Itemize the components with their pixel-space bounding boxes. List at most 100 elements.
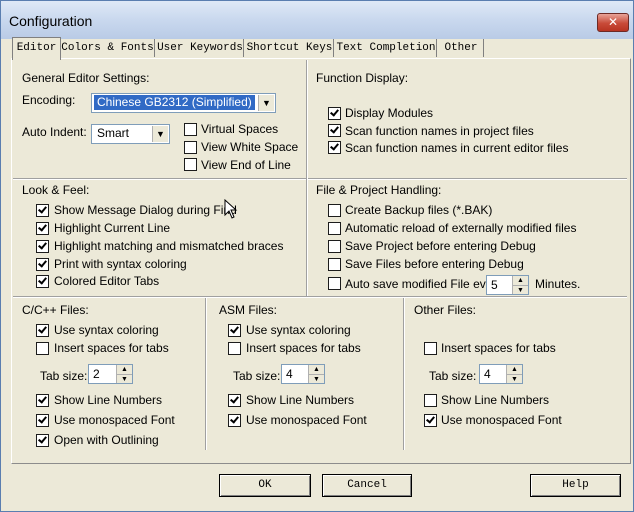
- separator: [13, 296, 627, 298]
- encoding-select[interactable]: Chinese GB2312 (Simplified) ▼: [91, 93, 276, 113]
- other-insert-spaces-checkbox[interactable]: [424, 342, 437, 355]
- separator: [205, 298, 207, 450]
- virtual-spaces-checkbox[interactable]: [184, 123, 197, 136]
- asm-tab-size-stepper[interactable]: 4 ▲ ▼: [281, 364, 325, 384]
- create-backup-label: Create Backup files (*.BAK): [345, 203, 493, 217]
- other-tab-size-value: 4: [484, 367, 491, 381]
- title-bar[interactable]: Configuration ✕: [1, 1, 633, 39]
- c-outlining-checkbox[interactable]: [36, 434, 49, 447]
- tab-user-keywords[interactable]: User Keywords: [157, 39, 244, 57]
- auto-reload-label: Automatic reload of externally modified …: [345, 221, 577, 235]
- asm-line-numbers-label: Show Line Numbers: [246, 393, 355, 407]
- scan-project-files-label: Scan function names in project files: [345, 124, 534, 138]
- auto-save-interval-stepper[interactable]: 5 ▲ ▼: [486, 275, 529, 295]
- c-tab-size-stepper[interactable]: 2 ▲ ▼: [88, 364, 133, 384]
- save-files-debug-checkbox[interactable]: [328, 258, 341, 271]
- tab-editor[interactable]: Editor: [12, 37, 61, 60]
- colored-editor-tabs-label: Colored Editor Tabs: [54, 274, 160, 288]
- asm-tab-size-value: 4: [286, 367, 293, 381]
- save-project-debug-label: Save Project before entering Debug: [345, 239, 536, 253]
- tab-colors-fonts[interactable]: Colors & Fonts: [61, 39, 155, 57]
- highlight-braces-label: Highlight matching and mismatched braces: [54, 239, 284, 253]
- highlight-braces-checkbox[interactable]: [36, 240, 49, 253]
- encoding-value: Chinese GB2312 (Simplified): [94, 95, 255, 110]
- asm-syntax-coloring-label: Use syntax coloring: [246, 323, 351, 337]
- asm-line-numbers-checkbox[interactable]: [228, 394, 241, 407]
- auto-indent-value: Smart: [97, 126, 130, 140]
- c-line-numbers-label: Show Line Numbers: [54, 393, 163, 407]
- spin-down-icon[interactable]: ▼: [116, 375, 132, 383]
- other-monospaced-font-checkbox[interactable]: [424, 414, 437, 427]
- cancel-button[interactable]: Cancel: [322, 474, 412, 497]
- spin-up-icon[interactable]: ▲: [512, 276, 528, 286]
- show-message-dialog-label: Show Message Dialog during Find: [54, 203, 237, 217]
- c-line-numbers-checkbox[interactable]: [36, 394, 49, 407]
- encoding-label: Encoding:: [22, 93, 76, 107]
- spin-down-icon[interactable]: ▼: [308, 375, 324, 383]
- separator: [403, 298, 405, 450]
- virtual-spaces-label: Virtual Spaces: [201, 122, 279, 136]
- close-button[interactable]: ✕: [597, 13, 629, 32]
- print-syntax-coloring-checkbox[interactable]: [36, 258, 49, 271]
- spin-up-icon[interactable]: ▲: [116, 365, 132, 375]
- highlight-current-line-checkbox[interactable]: [36, 222, 49, 235]
- colored-editor-tabs-checkbox[interactable]: [36, 275, 49, 288]
- chevron-down-icon[interactable]: ▼: [152, 126, 168, 142]
- c-insert-spaces-checkbox[interactable]: [36, 342, 49, 355]
- save-files-debug-label: Save Files before entering Debug: [345, 257, 524, 271]
- auto-save-label: Auto save modified File every: [345, 277, 503, 291]
- asm-files-heading: ASM Files:: [219, 303, 278, 317]
- view-white-space-label: View White Space: [201, 140, 299, 154]
- asm-tab-size-label: Tab size:: [233, 369, 281, 383]
- show-message-dialog-checkbox[interactable]: [36, 204, 49, 217]
- auto-save-unit-label: Minutes.: [535, 277, 581, 291]
- mouse-pointer-icon: [224, 199, 238, 219]
- highlight-current-line-label: Highlight Current Line: [54, 221, 171, 235]
- other-line-numbers-checkbox[interactable]: [424, 394, 437, 407]
- tab-other[interactable]: Other: [439, 39, 484, 57]
- asm-monospaced-font-checkbox[interactable]: [228, 414, 241, 427]
- asm-insert-spaces-checkbox[interactable]: [228, 342, 241, 355]
- view-white-space-checkbox[interactable]: [184, 141, 197, 154]
- other-tab-size-stepper[interactable]: 4 ▲ ▼: [479, 364, 523, 384]
- scan-project-files-checkbox[interactable]: [328, 124, 341, 137]
- c-files-heading: C/C++ Files:: [22, 303, 89, 317]
- look-feel-heading: Look & Feel:: [22, 183, 90, 197]
- help-button[interactable]: Help: [530, 474, 621, 497]
- tab-text-completion[interactable]: Text Completion: [336, 39, 437, 57]
- c-tab-size-label: Tab size:: [40, 369, 88, 383]
- c-monospaced-font-label: Use monospaced Font: [54, 413, 175, 427]
- display-modules-checkbox[interactable]: [328, 107, 341, 120]
- other-line-numbers-label: Show Line Numbers: [441, 393, 550, 407]
- asm-syntax-coloring-checkbox[interactable]: [228, 324, 241, 337]
- scan-editor-files-checkbox[interactable]: [328, 141, 341, 154]
- c-outlining-label: Open with Outlining: [54, 433, 159, 447]
- spin-down-icon[interactable]: ▼: [506, 375, 522, 383]
- spin-up-icon[interactable]: ▲: [308, 365, 324, 375]
- c-insert-spaces-label: Insert spaces for tabs: [54, 341, 169, 355]
- create-backup-checkbox[interactable]: [328, 204, 341, 217]
- tab-shortcut-keys[interactable]: Shortcut Keys: [246, 39, 334, 57]
- auto-save-checkbox[interactable]: [328, 277, 341, 290]
- separator: [13, 178, 627, 180]
- other-monospaced-font-label: Use monospaced Font: [441, 413, 562, 427]
- other-files-heading: Other Files:: [414, 303, 477, 317]
- spin-down-icon[interactable]: ▼: [512, 286, 528, 294]
- auto-indent-select[interactable]: Smart ▼: [91, 124, 170, 144]
- c-tab-size-value: 2: [93, 367, 100, 381]
- view-end-of-line-checkbox[interactable]: [184, 158, 197, 171]
- save-project-debug-checkbox[interactable]: [328, 240, 341, 253]
- ok-button[interactable]: OK: [219, 474, 311, 497]
- separator: [306, 60, 308, 296]
- auto-reload-checkbox[interactable]: [328, 222, 341, 235]
- display-modules-label: Display Modules: [345, 106, 434, 120]
- auto-save-interval-value: 5: [491, 278, 498, 292]
- file-project-heading: File & Project Handling:: [316, 183, 442, 197]
- c-syntax-coloring-checkbox[interactable]: [36, 324, 49, 337]
- view-end-of-line-label: View End of Line: [201, 158, 291, 172]
- spin-up-icon[interactable]: ▲: [506, 365, 522, 375]
- other-tab-size-label: Tab size:: [429, 369, 477, 383]
- function-display-heading: Function Display:: [316, 71, 409, 85]
- c-monospaced-font-checkbox[interactable]: [36, 414, 49, 427]
- chevron-down-icon[interactable]: ▼: [258, 95, 274, 111]
